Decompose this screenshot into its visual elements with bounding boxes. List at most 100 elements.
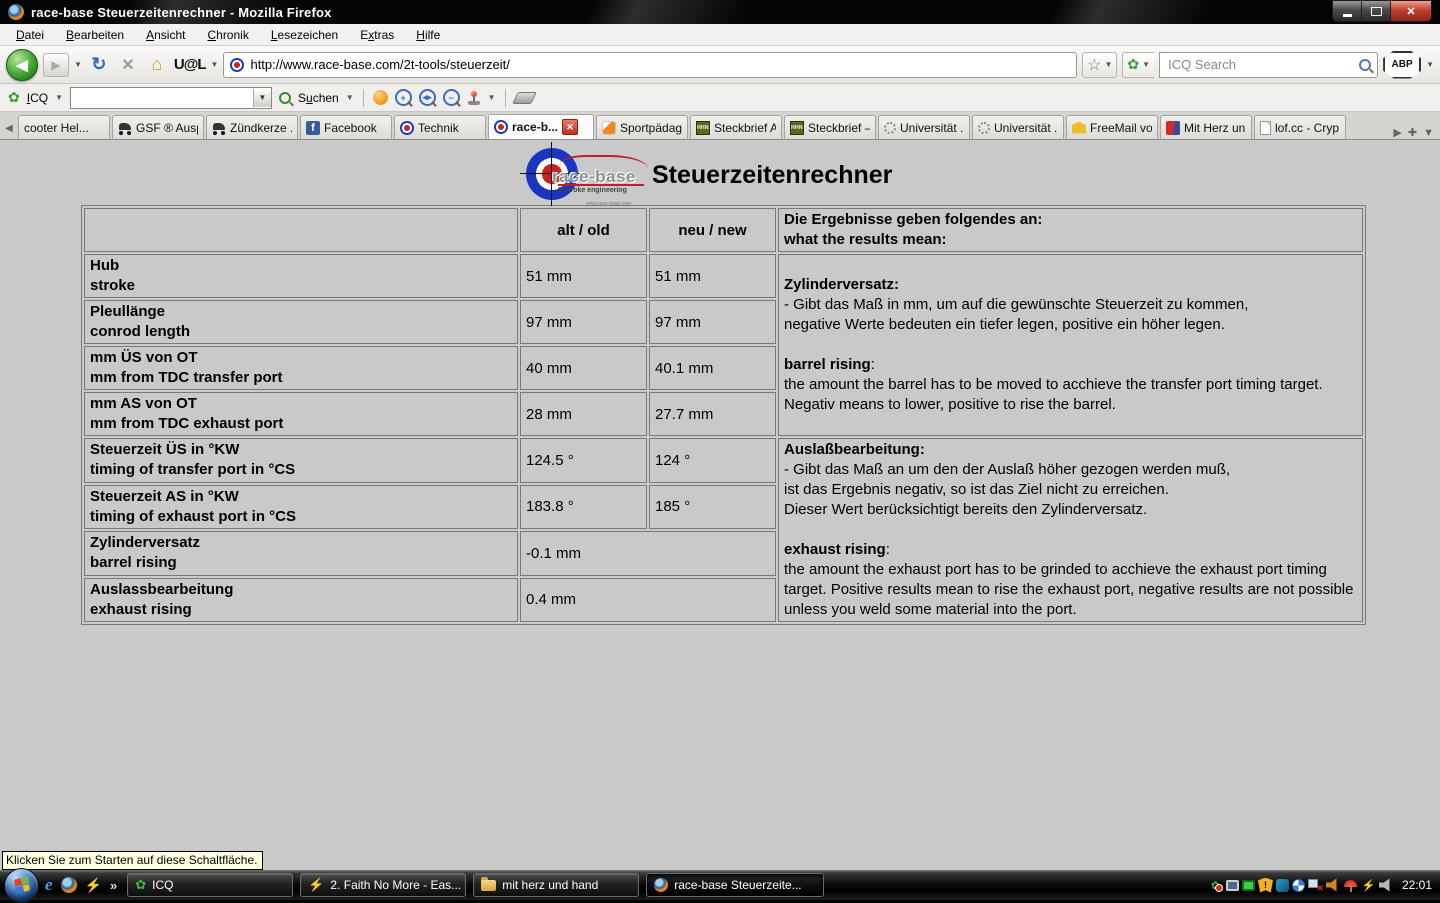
url-text[interactable]: http://www.race-base.com/2t-tools/steuer… [250, 57, 509, 72]
search-magnifier-icon[interactable] [1359, 59, 1371, 71]
adblock-dropdown-icon[interactable]: ▼ [1426, 60, 1434, 69]
address-bar[interactable]: http://www.race-base.com/2t-tools/steuer… [223, 52, 1077, 78]
suchen-dropdown-icon[interactable]: ▼ [346, 93, 354, 102]
tab-close-icon[interactable]: ✕ [562, 119, 578, 135]
menu-ansicht[interactable]: Ansicht [136, 26, 195, 44]
tab-technik[interactable]: Technik [394, 115, 486, 139]
scooter-icon [118, 121, 132, 135]
title-bar: race-base Steuerzeitenrechner - Mozilla … [0, 0, 1440, 24]
minimize-button[interactable] [1333, 1, 1362, 21]
firefox-icon [654, 878, 668, 892]
close-button[interactable]: ✕ [1391, 1, 1431, 21]
volume-orange-icon[interactable] [1326, 878, 1340, 892]
maximize-button[interactable] [1362, 1, 1391, 21]
network-disconnected-icon[interactable] [1308, 879, 1323, 892]
timing-table: alt / old neu / new Die Ergebnisse geben… [81, 205, 1366, 625]
combo-dropdown-icon[interactable]: ▼ [253, 89, 271, 107]
menu-extras[interactable]: Extras [350, 26, 404, 44]
zoom-in-icon[interactable]: + [395, 89, 412, 106]
network-monitor-icon[interactable] [1242, 880, 1255, 891]
winamp-tray-icon[interactable]: ⚡ [1361, 878, 1376, 893]
taskbar-button-winamp[interactable]: ⚡ 2. Faith No More - Eas... [300, 873, 466, 897]
refresh-icon[interactable]: ↻ [87, 54, 111, 75]
tab-freemail[interactable]: FreeMail vo... [1066, 115, 1158, 139]
tab-lof-cc[interactable]: lof.cc - Cryp... [1254, 115, 1346, 139]
explanation-title-en: exhaust rising [784, 541, 886, 558]
winamp-lightning-icon: ⚡ [308, 877, 324, 893]
race-base-logo: race-base 2-stroke engineering www.race-… [524, 147, 646, 203]
games-joystick-icon[interactable] [467, 91, 481, 105]
internet-explorer-icon[interactable]: e [45, 875, 53, 895]
suchen-magnifier-icon [279, 92, 291, 104]
suchen-button[interactable]: Suchen [298, 91, 339, 105]
start-button[interactable] [4, 868, 39, 903]
winamp-lightning-icon[interactable]: ⚡ [85, 877, 102, 894]
tab-steckbrief-a[interactable]: HHNSteckbrief A... [690, 115, 782, 139]
tab-gsf-auspuff[interactable]: GSF ® Ausp... [112, 115, 204, 139]
display-icon[interactable] [1226, 880, 1239, 891]
url-addon-dropdown-icon[interactable]: ▼ [211, 60, 219, 69]
tab-universitaet-2[interactable]: Universität ... [972, 115, 1064, 139]
icq-menu-dropdown-icon[interactable]: ▼ [55, 93, 63, 102]
icq-search-input[interactable] [71, 89, 253, 107]
tab-race-base-active[interactable]: race-b...✕ [488, 114, 594, 139]
eraser-icon[interactable] [512, 92, 537, 104]
forward-button[interactable]: ▶ [43, 53, 69, 77]
tab-sportpaedagogik[interactable]: Sportpädag... [596, 115, 688, 139]
menu-lesezeichen[interactable]: Lesezeichen [261, 26, 348, 44]
tab-mit-herz[interactable]: Mit Herz un... [1160, 115, 1252, 139]
list-all-tabs-icon[interactable]: ▼ [1423, 127, 1434, 139]
home-icon[interactable]: ⌂ [145, 54, 169, 75]
explanation-cell-1: Zylinderversatz: - Gibt das Maß in mm, u… [778, 254, 1363, 436]
zoom-out-icon[interactable]: − [443, 89, 460, 106]
security-shield-icon[interactable]: ! [1258, 878, 1273, 893]
quick-launch-overflow-icon[interactable]: » [110, 878, 117, 893]
back-button[interactable]: ◀ [6, 49, 38, 81]
smiley-icon[interactable] [373, 90, 388, 105]
taskbar-button-folder[interactable]: mit herz und hand [473, 873, 639, 897]
scroll-tabs-right-icon[interactable]: ▶ [1393, 126, 1401, 139]
games-dropdown-icon[interactable]: ▼ [488, 93, 496, 102]
stop-icon[interactable]: ✕ [116, 55, 140, 75]
zoom-reset-icon[interactable]: ◂▸ [419, 89, 436, 106]
avira-umbrella-icon[interactable] [1343, 878, 1358, 893]
icq-offline-icon[interactable]: ✿ [1208, 878, 1223, 893]
menu-datei[interactable]: Datei [6, 26, 54, 44]
tab-universitaet-1[interactable]: Universität ... [878, 115, 970, 139]
url-addon-button[interactable]: U@L [174, 56, 206, 73]
taskbar-button-icq[interactable]: ✿ ICQ [127, 873, 293, 897]
new-tab-icon[interactable]: ✚ [1408, 126, 1417, 139]
tab-scooter-help[interactable]: cooter Hel... [18, 115, 110, 139]
orange-site-icon [602, 121, 616, 135]
search-engine-dropdown-icon[interactable]: ▼ [1142, 60, 1150, 69]
adblock-plus-button[interactable]: ABP [1383, 51, 1421, 79]
start-button-tooltip: Klicken Sie zum Starten auf diese Schalt… [2, 851, 263, 870]
graphics-driver-icon[interactable] [1276, 879, 1289, 892]
value-new: 124 ° [649, 438, 776, 483]
bookmark-star-icon[interactable]: ☆ [1087, 55, 1101, 75]
folder-icon [481, 880, 496, 891]
icq-search-combobox: ▼ [70, 87, 272, 109]
history-dropdown-icon[interactable]: ▼ [74, 60, 82, 69]
menu-hilfe[interactable]: Hilfe [406, 26, 450, 44]
bookmark-dropdown-icon[interactable]: ▼ [1105, 60, 1113, 69]
menu-chronik[interactable]: Chronik [197, 26, 258, 44]
tab-zuendkerze[interactable]: Zündkerze ... [206, 115, 298, 139]
taskbar: e ⚡ » ✿ ICQ ⚡ 2. Faith No More - Eas... … [0, 870, 1440, 900]
window-title: race-base Steuerzeitenrechner - Mozilla … [31, 5, 332, 20]
pinwheel-icon[interactable] [1292, 879, 1305, 892]
value-old: 40 mm [520, 346, 647, 390]
tab-facebook[interactable]: fFacebook [300, 115, 392, 139]
search-engine-picker[interactable]: ✿ ▼ [1122, 52, 1154, 78]
menu-bearbeiten[interactable]: Bearbeiten [56, 26, 134, 44]
value-old: 28 mm [520, 392, 647, 436]
speaker-icon[interactable] [1379, 878, 1393, 892]
icq-menu-button[interactable]: ICQ [27, 91, 48, 105]
dotted-circle-icon [884, 122, 896, 134]
explanation-body-de: - Gibt das Maß an um den der Auslaß höhe… [784, 460, 1357, 520]
search-input[interactable] [1166, 56, 1359, 73]
tab-steckbrief-b[interactable]: HHNSteckbrief –... [784, 115, 876, 139]
scroll-tabs-left-icon[interactable]: ◀ [2, 117, 16, 139]
taskbar-button-firefox-active[interactable]: race-base Steuerzeite... [646, 873, 824, 897]
firefox-icon[interactable] [61, 877, 77, 893]
